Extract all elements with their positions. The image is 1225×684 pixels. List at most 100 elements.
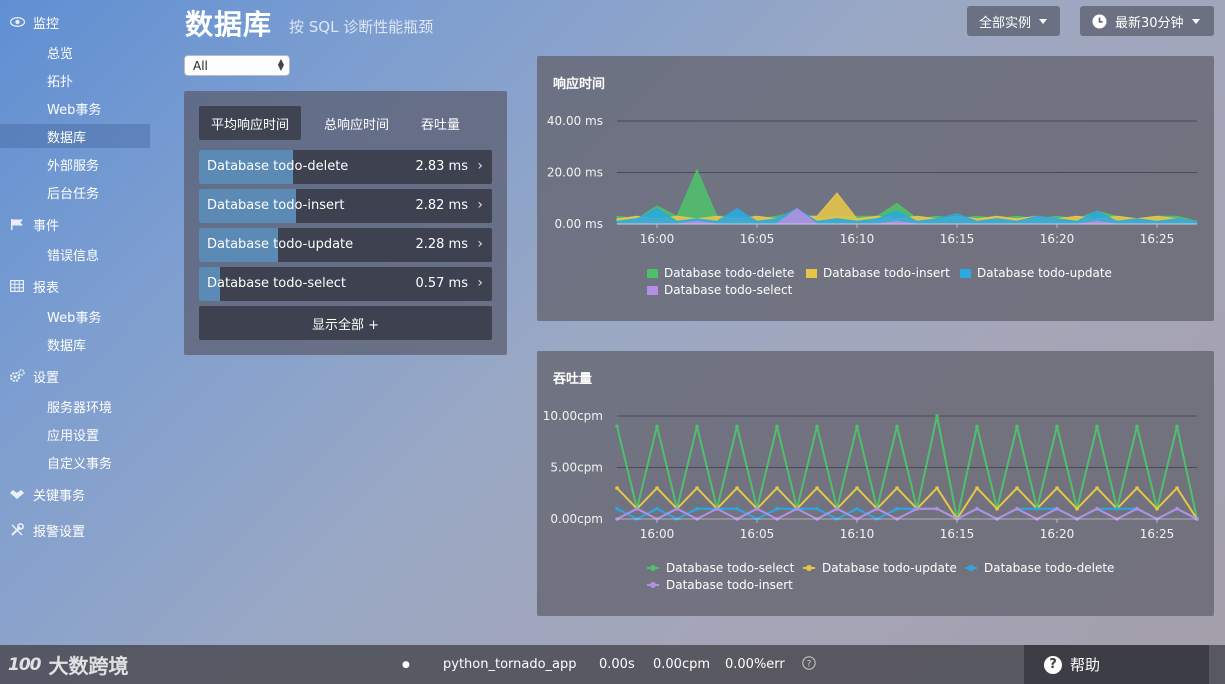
data-point xyxy=(735,424,739,429)
x-tick-label: 16:15 xyxy=(940,527,975,541)
info-icon[interactable]: ? xyxy=(802,656,816,674)
instance-filter-select[interactable]: All ▲ ▼ xyxy=(184,55,290,76)
data-point xyxy=(975,424,979,429)
legend-item[interactable]: Database todo-select xyxy=(647,561,794,575)
time-range-dropdown[interactable]: 最新30分钟 xyxy=(1080,6,1214,36)
data-point xyxy=(1055,424,1059,429)
y-tick-label: 10.00cpm xyxy=(543,409,603,423)
x-tick-label: 16:20 xyxy=(1040,232,1075,246)
legend-swatch xyxy=(647,268,658,278)
page-title: 数据库 xyxy=(185,8,273,41)
x-tick-label: 16:20 xyxy=(1040,527,1075,541)
database-ranking-panel: 平均响应时间 总响应时间 吞吐量 Database todo-delete 2.8… xyxy=(184,91,507,355)
data-point xyxy=(755,506,759,511)
sidebar-item-report-database[interactable]: 数据库 xyxy=(0,332,150,356)
help-label: 帮助 xyxy=(1070,656,1101,674)
show-all-button[interactable]: 显示全部 + xyxy=(199,306,492,340)
response-time-chart: 40.00 ms 20.00 ms 0.00 ms 16:00 16:05 16:10 16… xyxy=(547,114,1198,246)
sidebar: 监控 总览 拓扑 Web事务 数据库 外部服务 后台任务 事件 错误信息 报表 … xyxy=(0,0,150,640)
database-row[interactable]: Database todo-insert 2.82 ms › xyxy=(199,189,492,223)
sidebar-item-database[interactable]: 数据库 xyxy=(0,124,150,148)
data-point xyxy=(1075,506,1079,511)
data-point xyxy=(775,506,779,511)
caret-down-icon xyxy=(1191,18,1200,24)
sidebar-item-web-transactions[interactable]: Web事务 xyxy=(0,96,150,120)
y-tick-label: 5.00cpm xyxy=(550,461,603,475)
database-row-label: Database todo-delete xyxy=(207,159,349,174)
help-button[interactable]: ? 帮助 xyxy=(1024,645,1209,684)
app-name[interactable]: python_tornado_app xyxy=(443,657,577,672)
data-point xyxy=(1175,424,1179,429)
gears-icon xyxy=(9,369,25,383)
legend-item[interactable]: Database todo-update xyxy=(803,561,957,575)
legend-item[interactable]: Database todo-delete xyxy=(965,561,1114,575)
legend-label: Database todo-insert xyxy=(823,266,950,280)
data-point xyxy=(1175,506,1179,511)
legend-label: Database todo-update xyxy=(977,266,1112,280)
tab-total-response-time[interactable]: 总响应时间 xyxy=(312,106,401,140)
data-point xyxy=(1055,486,1059,490)
sidebar-item-topology[interactable]: 拓扑 xyxy=(0,68,150,92)
throughput-chart: 10.00cpm 5.00cpm 0.00cpm 16:00 16:05 16:10 16:… xyxy=(543,409,1199,541)
legend-item[interactable]: Database todo-update xyxy=(960,266,1112,280)
x-tick-label: 16:25 xyxy=(1140,527,1175,541)
x-tick-label: 16:00 xyxy=(640,527,675,541)
database-row-value: 2.28 ms xyxy=(415,237,468,252)
data-point xyxy=(975,486,979,490)
nav-group-label: 监控 xyxy=(33,16,60,32)
tab-throughput[interactable]: 吞吐量 xyxy=(409,106,472,140)
data-point xyxy=(775,424,779,429)
y-tick-label: 0.00 ms xyxy=(555,217,603,231)
database-row[interactable]: Database todo-select 0.57 ms › xyxy=(199,267,492,301)
legend-item[interactable]: Database todo-insert xyxy=(647,578,793,592)
nav-group-events[interactable]: 事件 xyxy=(0,212,150,236)
data-point xyxy=(895,506,899,511)
sidebar-item-server-env[interactable]: 服务器环境 xyxy=(0,394,150,418)
data-point xyxy=(615,424,619,429)
legend-item[interactable]: Database todo-select xyxy=(647,283,792,297)
data-point xyxy=(1175,486,1179,490)
nav-group-settings[interactable]: 设置 xyxy=(0,364,150,388)
legend-label: Database todo-select xyxy=(664,283,793,297)
database-row-value: 2.82 ms xyxy=(415,198,468,213)
nav-group-reports[interactable]: 报表 xyxy=(0,274,150,298)
sidebar-item-errors[interactable]: 错误信息 xyxy=(0,242,150,266)
data-point xyxy=(655,506,659,511)
filter-select-value: All xyxy=(193,58,208,73)
sidebar-item-overview[interactable]: 总览 xyxy=(0,40,150,64)
sidebar-item-background-tasks[interactable]: 后台任务 xyxy=(0,180,150,204)
data-point xyxy=(1135,424,1139,429)
chevron-right-icon: › xyxy=(477,197,483,213)
table-icon xyxy=(9,279,25,293)
legend-label: Database todo-update xyxy=(822,561,957,575)
nav-group-label: 设置 xyxy=(33,370,60,386)
data-point xyxy=(1015,486,1019,490)
handshake-icon xyxy=(9,487,25,501)
nav-group-alert-settings[interactable]: 报警设置 xyxy=(0,518,150,542)
instances-dropdown[interactable]: 全部实例 xyxy=(967,6,1060,36)
nav-group-key-transactions[interactable]: 关键事务 xyxy=(0,482,150,506)
legend-label: Database todo-delete xyxy=(984,561,1115,575)
tab-avg-response-time[interactable]: 平均响应时间 xyxy=(199,106,302,140)
chevron-right-icon: › xyxy=(477,236,483,252)
brand-mark: 100 xyxy=(8,654,41,675)
sidebar-item-external-services[interactable]: 外部服务 xyxy=(0,152,150,176)
status-dot-icon: ● xyxy=(402,660,410,670)
database-row-label: Database todo-select xyxy=(207,276,346,291)
database-row[interactable]: Database todo-delete 2.83 ms › xyxy=(199,150,492,184)
data-point xyxy=(875,506,879,511)
sidebar-item-custom-transactions[interactable]: 自定义事务 xyxy=(0,450,150,474)
database-row[interactable]: Database todo-update 2.28 ms › xyxy=(199,228,492,262)
data-point xyxy=(935,486,939,490)
sidebar-item-app-settings[interactable]: 应用设置 xyxy=(0,422,150,446)
legend-swatch xyxy=(803,565,815,571)
legend-item[interactable]: Database todo-delete xyxy=(647,266,794,280)
data-point xyxy=(1135,506,1139,511)
sidebar-item-report-web[interactable]: Web事务 xyxy=(0,304,150,328)
nav-group-monitor[interactable]: 监控 xyxy=(0,10,150,34)
legend-item[interactable]: Database todo-insert xyxy=(806,266,950,280)
data-point xyxy=(1095,424,1099,429)
y-tick-label: 0.00cpm xyxy=(550,512,603,526)
brand-text: 大数跨境 xyxy=(48,654,129,678)
status-footer: 100 大数跨境 ● python_tornado_app 0.00s 0.00… xyxy=(0,645,1225,684)
